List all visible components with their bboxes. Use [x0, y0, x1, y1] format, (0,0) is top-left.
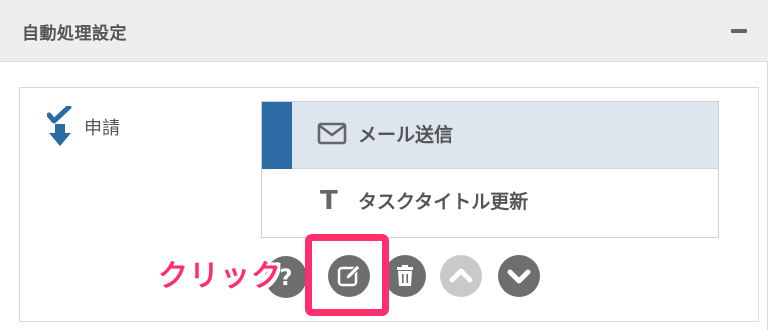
- move-down-button[interactable]: [498, 255, 540, 297]
- move-up-button[interactable]: [440, 255, 482, 297]
- panel-title: 自動処理設定: [22, 24, 127, 44]
- action-label: タスクタイトル更新: [358, 191, 529, 213]
- click-annotation: クリック: [158, 259, 282, 294]
- check-arrow-down-icon: [47, 106, 72, 146]
- text-t-icon: T: [320, 186, 338, 216]
- action-item-task-title[interactable]: T タスクタイトル更新: [262, 169, 718, 236]
- auto-process-panel: 自動処理設定 申請 メール送信 T タスクタイトル更新 ? クリック: [0, 0, 768, 330]
- action-item-mail[interactable]: メール送信: [262, 102, 718, 169]
- envelope-icon: [317, 122, 347, 145]
- action-label: メール送信: [358, 124, 454, 146]
- trash-icon: [397, 265, 413, 286]
- edit-icon: [337, 264, 361, 287]
- chevron-up-icon: [449, 268, 473, 283]
- selected-indicator: [262, 102, 292, 169]
- step-label: 申請: [84, 118, 120, 139]
- edit-button[interactable]: [328, 255, 370, 297]
- chevron-down-icon: [507, 269, 531, 284]
- panel-header[interactable]: 自動処理設定: [0, 0, 768, 62]
- action-list: メール送信 T タスクタイトル更新: [261, 101, 719, 238]
- minus-icon[interactable]: [731, 29, 747, 33]
- delete-button[interactable]: [384, 255, 426, 297]
